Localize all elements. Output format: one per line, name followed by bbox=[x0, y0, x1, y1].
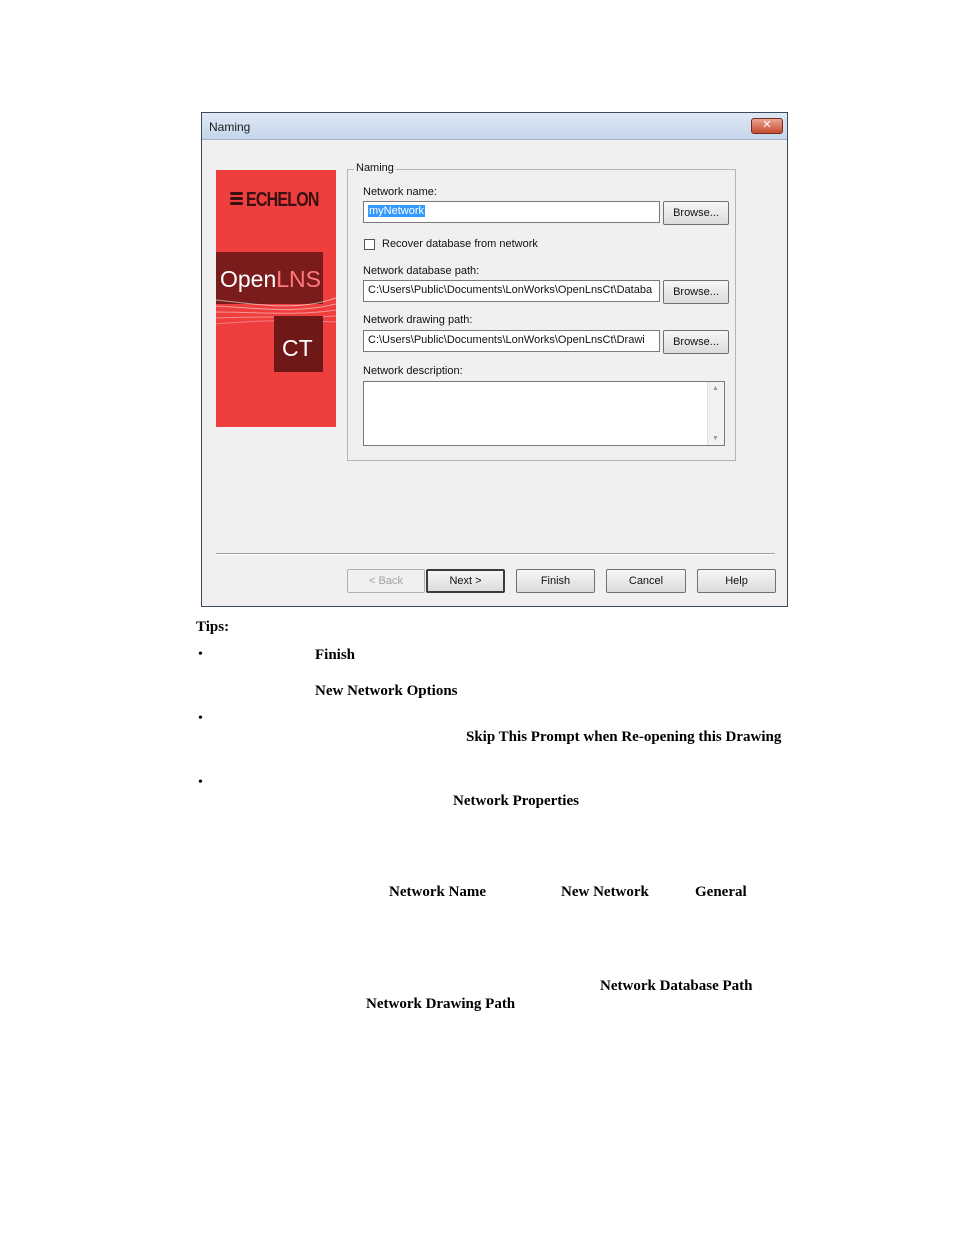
group-legend: Naming bbox=[354, 162, 396, 174]
drawing-path-browse-button[interactable]: Browse... bbox=[663, 330, 729, 354]
recover-checkbox[interactable] bbox=[364, 239, 375, 250]
button-separator bbox=[216, 553, 775, 555]
naming-dialog: Naming ✕ ECHELON OpenLNS CT Naming Netwo… bbox=[201, 112, 788, 607]
database-path-browse-button[interactable]: Browse... bbox=[663, 280, 729, 304]
close-icon: ✕ bbox=[762, 119, 772, 131]
finish-button[interactable]: Finish bbox=[516, 569, 595, 593]
database-path-label: Network database path: bbox=[363, 265, 480, 277]
skip-prompt-term: Skip This Prompt when Re-opening this Dr… bbox=[466, 729, 782, 745]
general-term: General bbox=[695, 884, 747, 900]
cancel-button[interactable]: Cancel bbox=[606, 569, 686, 593]
naming-group: Naming Network name: myNetwork Browse...… bbox=[347, 162, 736, 461]
network-name-term: Network Name bbox=[389, 884, 487, 900]
help-button[interactable]: Help bbox=[697, 569, 776, 593]
network-name-label: Network name: bbox=[363, 186, 437, 198]
logo-open-text: Open bbox=[220, 266, 277, 292]
scroll-down-icon[interactable]: ▼ bbox=[712, 435, 719, 442]
network-name-value: myNetwork bbox=[368, 205, 426, 217]
logo-ct-text: CT bbox=[282, 335, 313, 361]
database-path-input[interactable]: C:\Users\Public\Documents\LonWorks\OpenL… bbox=[363, 280, 660, 302]
logo-lns-text: LNS bbox=[276, 266, 322, 292]
bullet-3: • bbox=[198, 775, 203, 790]
dialog-title: Naming bbox=[209, 120, 251, 134]
description-label: Network description: bbox=[363, 365, 463, 377]
network-properties-term: Network Properties bbox=[453, 793, 579, 809]
scroll-up-icon[interactable]: ▲ bbox=[712, 385, 719, 392]
network-name-browse-button[interactable]: Browse... bbox=[663, 201, 729, 225]
next-button[interactable]: Next > bbox=[426, 569, 505, 593]
finish-term: Finish bbox=[315, 647, 356, 663]
new-network-term: New Network bbox=[561, 884, 649, 900]
echelon-mark-icon bbox=[230, 192, 243, 206]
openlns-ct-logo: ECHELON OpenLNS CT bbox=[216, 170, 336, 427]
openlns-wordmark: OpenLNS bbox=[220, 266, 321, 293]
recover-label: Recover database from network bbox=[382, 238, 538, 250]
new-network-options-term: New Network Options bbox=[315, 683, 458, 699]
network-database-path-term: Network Database Path bbox=[600, 978, 753, 994]
bullet-1: • bbox=[198, 647, 203, 662]
back-button[interactable]: < Back bbox=[347, 569, 425, 593]
network-name-input[interactable]: myNetwork bbox=[363, 201, 660, 223]
title-bar[interactable]: Naming ✕ bbox=[202, 113, 787, 140]
bullet-2: • bbox=[198, 711, 203, 726]
close-button[interactable]: ✕ bbox=[751, 118, 783, 134]
drawing-path-input[interactable]: C:\Users\Public\Documents\LonWorks\OpenL… bbox=[363, 330, 660, 352]
tips-heading: Tips: bbox=[196, 619, 230, 635]
description-scrollbar[interactable]: ▲ ▼ bbox=[707, 382, 724, 445]
drawing-path-label: Network drawing path: bbox=[363, 314, 473, 326]
network-drawing-path-term: Network Drawing Path bbox=[366, 996, 516, 1012]
echelon-brand: ECHELON bbox=[246, 189, 319, 211]
description-textarea[interactable]: ▲ ▼ bbox=[363, 381, 725, 446]
